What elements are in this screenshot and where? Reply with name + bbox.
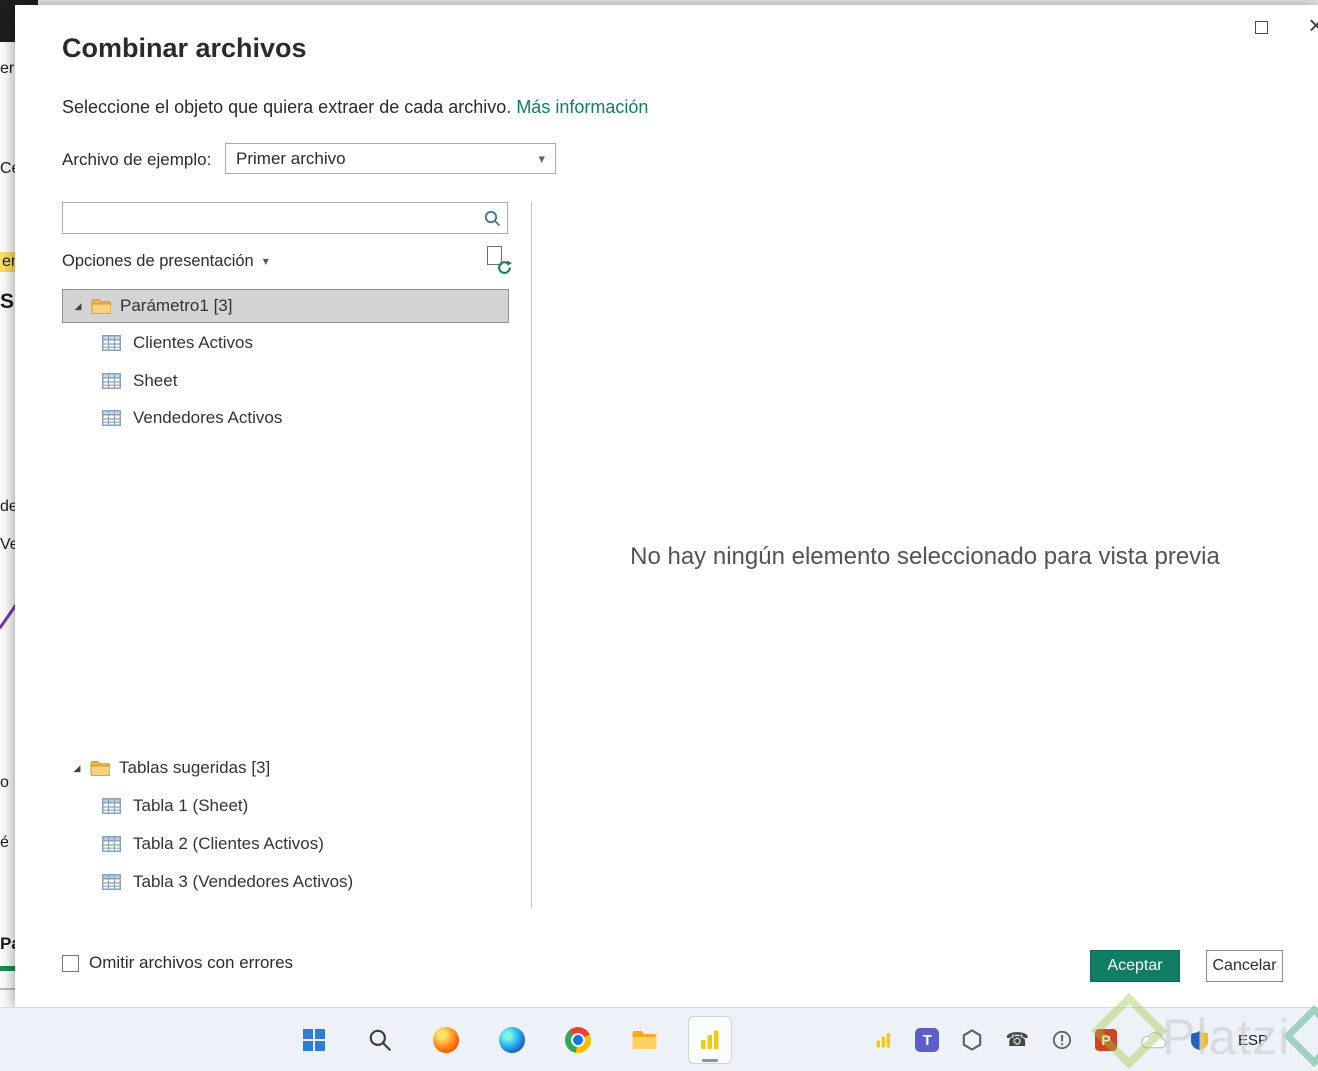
close-icon: × [1308,9,1318,40]
bg-green-line [0,966,15,971]
search-icon [369,1029,391,1051]
tree-item-label: Tabla 2 (Clientes Activos) [133,834,324,853]
search-icon[interactable] [483,209,501,232]
start-button[interactable] [292,1016,336,1064]
search-box [62,202,508,234]
chevron-down-icon: ▾ [262,254,269,268]
table-icon [102,335,121,351]
example-file-dropdown[interactable]: Primer archivo ▾ [225,143,556,174]
display-options-menu[interactable]: Opciones de presentación ▾ [62,248,269,274]
folder-icon [90,760,110,776]
skip-errors-label: Omitir archivos con errores [89,953,294,972]
bg-fragment: Pá [0,934,15,953]
bg-fragment: o [0,774,9,791]
folder-icon [91,298,111,314]
subtitle-text: Seleccione el objeto que quiera extraer … [62,97,512,117]
taskbar-center [292,1016,732,1064]
restore-button[interactable] [1248,15,1274,39]
teams-icon[interactable]: T [915,1028,940,1052]
search-input[interactable] [63,203,473,233]
tree-item-tabla-1[interactable]: Tabla 1 (Sheet) [62,788,509,824]
bg-fragment: ent [0,252,15,272]
tree-expanded-icon[interactable]: ◢ [70,763,84,774]
chrome-button[interactable] [556,1016,600,1064]
edge-icon [499,1027,525,1053]
powerbi-icon [876,1032,891,1047]
hexagon-icon[interactable] [962,1029,982,1051]
onedrive-cloud-icon[interactable] [1140,1031,1167,1050]
skip-errors-checkbox[interactable] [62,954,79,972]
refresh-icon [498,260,512,274]
security-shield-icon[interactable] [1190,1030,1209,1051]
notification-icon[interactable] [1052,1030,1072,1050]
tree-item-label: Sheet [133,371,178,390]
powerbi-tray-button[interactable] [875,1032,892,1049]
tree-item-vendedores-activos[interactable]: Vendedores Activos [62,400,509,436]
tree-item-label: Tabla 1 (Sheet) [133,796,249,815]
close-button[interactable]: × [1296,7,1318,43]
table-icon [102,874,121,890]
skip-errors-row: Omitir archivos con errores [62,953,293,973]
table-icon [102,410,121,426]
edge-button[interactable] [490,1016,534,1064]
bg-fragment: Si [0,290,15,313]
table-icon [102,798,121,814]
refresh-preview-button[interactable] [485,246,512,274]
taskbar-search-button[interactable] [358,1016,402,1064]
file-explorer-button[interactable] [622,1016,666,1064]
example-file-value: Primer archivo [236,148,346,168]
tree-item-label: Clientes Activos [133,333,253,352]
accept-button[interactable]: Aceptar [1090,950,1180,982]
bg-fragment: Cer [0,160,15,177]
display-options-label: Opciones de presentación [62,251,254,270]
empty-preview-message: No hay ningún elemento seleccionado para… [630,543,1220,570]
firefox-button[interactable] [424,1016,468,1064]
firefox-icon [433,1027,459,1053]
background-app-strip: er Cer ent Si de Ve o é Pá [0,0,15,1007]
table-icon [102,836,121,852]
tree-item-tabla-3[interactable]: Tabla 3 (Vendedores Activos) [62,864,509,900]
bg-fragment: de [0,498,15,515]
bg-fragment: Ve [0,536,15,553]
cancel-button[interactable]: Cancelar [1206,950,1283,982]
tree-item-sheet[interactable]: Sheet [62,363,509,399]
dialog-title: Combinar archivos [62,33,307,63]
dialog-subtitle: Seleccione el objeto que quiera extraer … [62,97,648,118]
example-file-label: Archivo de ejemplo: [62,150,212,169]
tree-group-tablas-sugeridas[interactable]: ◢ Tablas sugeridas [3] [62,751,509,785]
tree-expanded-icon[interactable]: ◢ [71,301,85,312]
chrome-icon [565,1027,591,1053]
powerpoint-icon[interactable]: P [1094,1029,1117,1051]
folder-icon [632,1031,656,1049]
bg-fragment: é [0,834,9,851]
more-info-link[interactable]: Más información [516,97,648,117]
powerbi-icon [701,1030,719,1049]
windows-icon [303,1029,325,1051]
language-indicator[interactable]: ESP [1232,1028,1274,1053]
tree-item-label: Tabla 3 (Vendedores Activos) [133,872,354,891]
tree-group-label: Parámetro1 [3] [120,296,233,315]
bg-purple-stroke [0,597,15,630]
tree-item-label: Vendedores Activos [133,408,283,427]
taskbar: T ☎ P ESP [0,1007,1318,1071]
bg-fragment: er [0,60,15,77]
phone-icon[interactable]: ☎ [1005,1029,1029,1052]
chevron-down-icon: ▾ [538,150,545,166]
tree-item-clientes-activos[interactable]: Clientes Activos [62,325,509,361]
taskbar-tray: T ☎ P ESP [875,1008,1274,1071]
table-icon [102,373,121,389]
combine-files-dialog: × Combinar archivos Seleccione el objeto… [15,5,1318,1007]
powerbi-button[interactable] [688,1016,732,1064]
tree-item-tabla-2[interactable]: Tabla 2 (Clientes Activos) [62,826,509,862]
tree-group-parametro1[interactable]: ◢ Parámetro1 [3] [62,289,509,323]
bg-gray-line [0,988,15,990]
tree-group-label: Tablas sugeridas [3] [119,758,271,777]
restore-icon [1254,20,1268,34]
screen: er Cer ent Si de Ve o é Pá × Combinar ar… [0,0,1318,1071]
